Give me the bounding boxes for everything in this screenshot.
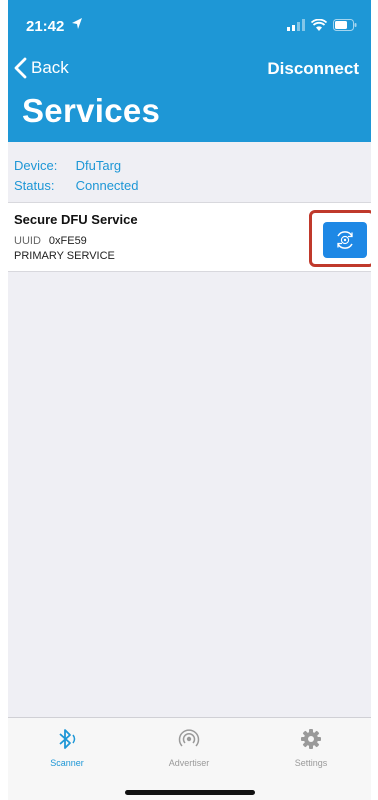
status-value: Connected — [75, 178, 139, 193]
status-bar: 21:42 — [8, 0, 371, 44]
status-time: 21:42 — [26, 18, 65, 35]
service-uuid: UUID 0xFE59 — [14, 235, 87, 247]
signal-icon — [287, 19, 305, 31]
dfu-icon — [337, 231, 353, 249]
home-indicator — [125, 790, 255, 795]
device-row: Device: DfuTarg — [14, 158, 121, 173]
tab-scanner[interactable]: Scanner — [22, 728, 112, 776]
wifi-icon — [311, 19, 327, 31]
header: 21:42 Back Disconnect Services — [8, 0, 371, 142]
service-name: Secure DFU Service — [14, 212, 138, 227]
status-label: Status: — [14, 178, 55, 193]
tab-advertiser-label: Advertiser — [168, 758, 210, 768]
navigation-bar: Back Disconnect — [8, 50, 371, 86]
uuid-value: 0xFE59 — [48, 235, 87, 247]
tab-settings[interactable]: Settings — [266, 728, 356, 776]
bluetooth-icon — [59, 729, 76, 749]
page-title: Services — [22, 92, 161, 129]
phone-screen: 21:42 Back Disconnect Services Device: D… — [8, 0, 371, 800]
location-arrow-icon — [72, 18, 82, 29]
status-icons — [287, 18, 357, 32]
device-value: DfuTarg — [75, 158, 122, 173]
chevron-left-icon — [14, 57, 27, 79]
tab-settings-label: Settings — [294, 758, 328, 768]
back-label: Back — [31, 58, 69, 77]
device-info: Device: DfuTarg Status: Connected — [8, 142, 371, 203]
back-button[interactable]: Back — [14, 56, 69, 80]
gear-icon — [301, 729, 321, 749]
disconnect-button[interactable]: Disconnect — [267, 59, 359, 79]
tab-advertiser[interactable]: Advertiser — [144, 728, 234, 776]
battery-icon — [333, 19, 357, 31]
uuid-label: UUID — [14, 235, 41, 247]
tab-scanner-label: Scanner — [50, 758, 84, 768]
tab-bar: Scanner Advertiser Settings — [8, 717, 371, 800]
status-row: Status: Connected — [14, 178, 139, 193]
device-label: Device: — [14, 158, 58, 173]
broadcast-icon — [178, 729, 200, 747]
dfu-button[interactable] — [323, 222, 367, 258]
service-type: PRIMARY SERVICE — [14, 250, 115, 262]
